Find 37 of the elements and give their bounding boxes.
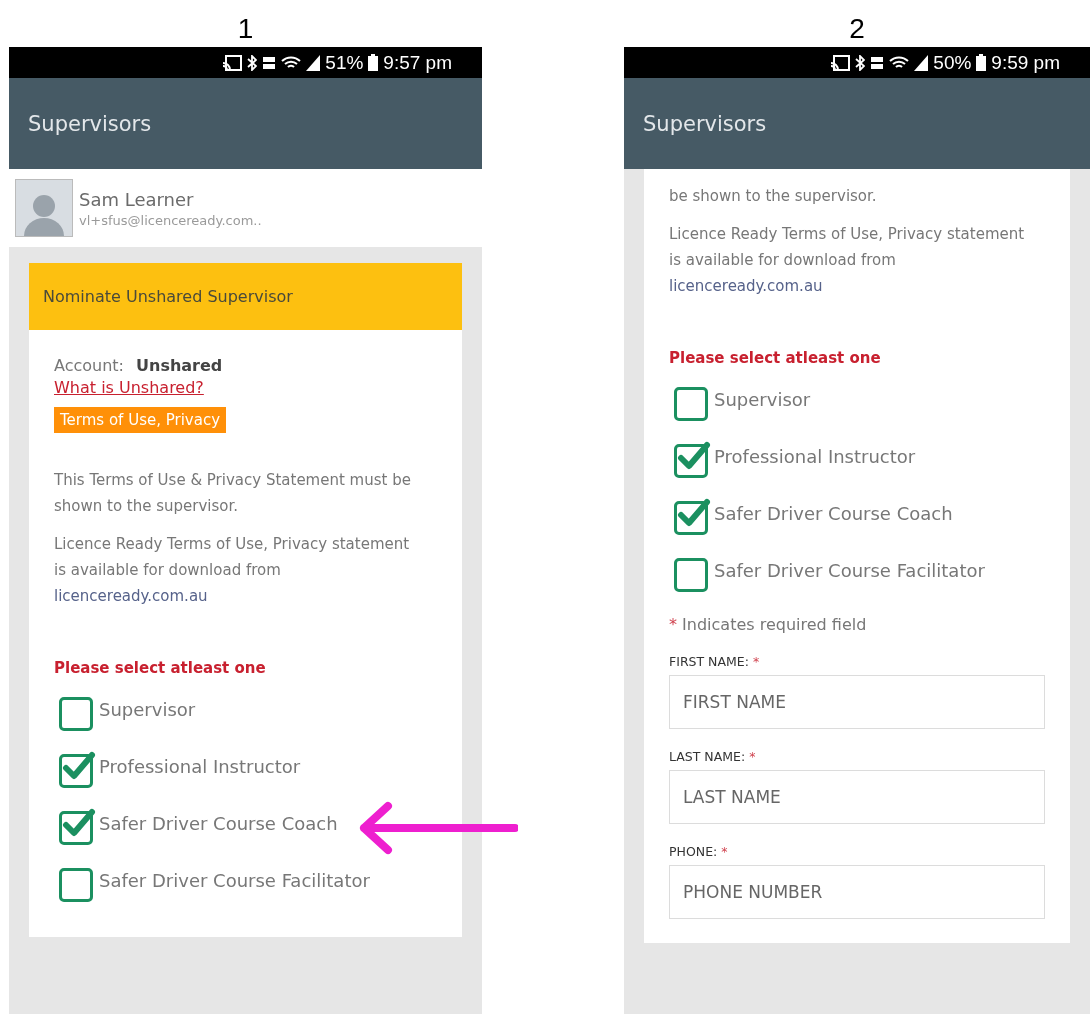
text-field[interactable]: PHONE NUMBER [669, 865, 1045, 919]
app-title: Supervisors [643, 111, 767, 136]
required-note: * Indicates required field [669, 615, 868, 634]
panel-number: 1 [237, 15, 254, 46]
checkbox-label: Supervisor [714, 389, 811, 410]
account-value: Unshared [136, 356, 223, 375]
what-is-unshared-link[interactable]: What is Unshared? [54, 378, 204, 397]
info-paragraph: Licence Ready Terms of Use, Privacy statement is available for download from licenceready.com.au [669, 221, 1039, 299]
clock: 9:59 pm [991, 53, 1060, 72]
field-label: PHONE: * [669, 844, 729, 859]
field-label: FIRST NAME: * [669, 654, 761, 669]
warning-text: Please select atleast one [669, 349, 882, 367]
card-header: Nominate Unshared Supervisor [29, 263, 462, 330]
checkbox-label: Professional Instructor [714, 446, 916, 467]
checkbox-label: Safer Driver Course Facilitator [99, 870, 370, 891]
website-link[interactable]: licenceready.com.au [669, 273, 1039, 299]
info-paragraph: This Terms of Use & Privacy Statement must be shown to the supervisor. [54, 470, 412, 517]
text-field[interactable]: FIRST NAME [669, 675, 1045, 729]
battery-percent: 51% [325, 53, 364, 72]
warning-text: Please select atleast one [54, 659, 267, 677]
checkbox-label: Safer Driver Course Facilitator [714, 560, 985, 581]
info-paragraph: Licence Ready Terms of Use, Privacy statement is available for download from licenceready.com.au [54, 531, 424, 609]
checkbox-label: Professional Instructor [99, 756, 301, 777]
text-field[interactable]: LAST NAME [669, 770, 1045, 824]
user-email: vl+sfus@licenceready.com.. [79, 212, 262, 228]
info-paragraph: be shown to the supervisor. [669, 186, 878, 207]
checkbox-label: Safer Driver Course Coach [99, 813, 338, 834]
checkbox-label: Safer Driver Course Coach [714, 503, 953, 524]
battery-percent: 50% [933, 53, 972, 72]
website-link[interactable]: licenceready.com.au [54, 583, 424, 609]
user-name: Sam Learner [79, 188, 195, 210]
field-label: LAST NAME: * [669, 749, 757, 764]
clock: 9:57 pm [383, 53, 452, 72]
account-label: Account: [54, 356, 124, 375]
app-title: Supervisors [28, 111, 152, 136]
checkbox-label: Supervisor [99, 699, 196, 720]
panel-number: 2 [849, 15, 865, 46]
